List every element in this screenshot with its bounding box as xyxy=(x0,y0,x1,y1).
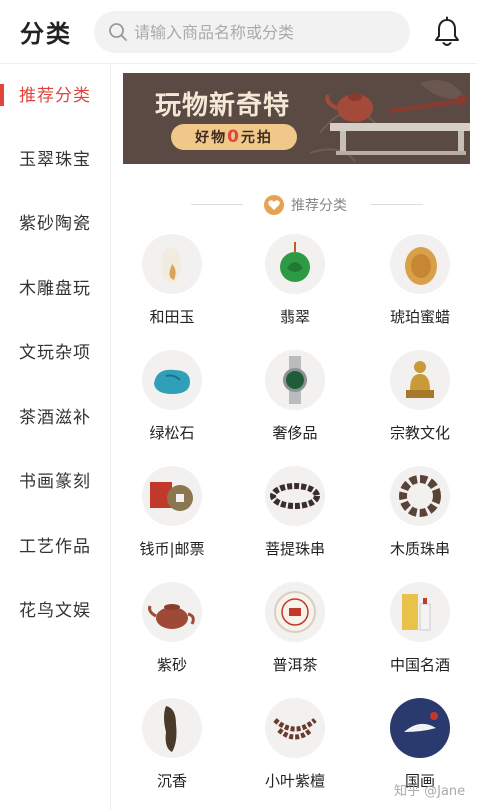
active-marker xyxy=(0,84,4,106)
category-tile[interactable]: 菩提珠串 xyxy=(235,466,355,574)
sidebar-item-recommended[interactable]: 推荐分类 xyxy=(0,73,110,113)
banner-title: 玩物新奇特 xyxy=(155,91,291,121)
category-label: 和田玉 xyxy=(149,308,195,326)
category-sidebar: 推荐分类 玉翠珠宝 紫砂陶瓷 木雕盘玩 文玩杂项 茶酒滋补 书画篆刻 工艺作品 … xyxy=(0,64,111,810)
top-bar: 分类 xyxy=(0,0,477,64)
sidebar-item-label: 书画篆刻 xyxy=(19,471,91,492)
hetian-jade-icon xyxy=(142,234,202,294)
category-label: 沉香 xyxy=(156,772,187,790)
liquor-icon xyxy=(390,582,450,642)
search-bar[interactable] xyxy=(94,11,410,53)
category-label: 宗教文化 xyxy=(389,424,450,442)
sidebar-item-label: 推荐分类 xyxy=(19,85,91,106)
category-tile[interactable]: 和田玉 xyxy=(112,234,232,342)
puer-tea-icon xyxy=(265,582,325,642)
wood-beads-icon xyxy=(390,466,450,526)
divider-right xyxy=(371,204,423,205)
bell-icon[interactable] xyxy=(432,16,462,48)
agarwood-icon xyxy=(142,698,202,758)
page-title: 分类 xyxy=(20,20,72,48)
sidebar-item-zisha-ceramics[interactable]: 紫砂陶瓷 xyxy=(0,201,110,241)
category-tile[interactable]: 奢侈品 xyxy=(235,350,355,458)
sidebar-item-label: 木雕盘玩 xyxy=(19,278,91,299)
sidebar-item-antiques-misc[interactable]: 文玩杂项 xyxy=(0,330,110,370)
category-tile[interactable]: 沉香 xyxy=(112,698,232,806)
category-tile[interactable]: 琥珀蜜蜡 xyxy=(360,234,477,342)
promo-banner[interactable]: 玩物新奇特 好物 0 元拍 xyxy=(123,73,470,164)
sidebar-item-wood-carving[interactable]: 木雕盘玩 xyxy=(0,266,110,306)
category-label: 中国名酒 xyxy=(389,656,450,674)
category-label: 奢侈品 xyxy=(272,424,318,442)
category-label: 钱币|邮票 xyxy=(139,540,205,558)
category-label: 翡翠 xyxy=(279,308,310,326)
sidebar-item-jade-jewelry[interactable]: 玉翠珠宝 xyxy=(0,137,110,177)
banner-tagline: 好物 0 元拍 xyxy=(171,124,297,150)
category-tile[interactable]: 绿松石 xyxy=(112,350,232,458)
sidebar-item-label: 工艺作品 xyxy=(19,536,91,557)
category-tile[interactable]: 宗教文化 xyxy=(360,350,477,458)
tagline-prefix: 好物 xyxy=(195,130,228,146)
watch-icon xyxy=(265,350,325,410)
watermark: 知乎 @Jane xyxy=(394,784,466,799)
sidebar-item-tea-wine[interactable]: 茶酒滋补 xyxy=(0,395,110,435)
category-tile[interactable]: 普洱茶 xyxy=(235,582,355,690)
search-input[interactable] xyxy=(134,22,394,42)
teapot-icon xyxy=(142,582,202,642)
sidebar-item-calligraphy[interactable]: 书画篆刻 xyxy=(0,459,110,499)
heart-icon xyxy=(264,195,284,215)
buddha-icon xyxy=(390,350,450,410)
sandalwood-beads-icon xyxy=(265,698,325,758)
coin-stamp-icon xyxy=(142,466,202,526)
sidebar-item-label: 花鸟文娱 xyxy=(19,600,91,621)
category-label: 小叶紫檀 xyxy=(264,772,325,790)
jadeite-icon xyxy=(265,234,325,294)
bodhi-beads-icon xyxy=(265,466,325,526)
tagline-suffix: 元拍 xyxy=(240,130,273,146)
category-label: 绿松石 xyxy=(149,424,195,442)
sidebar-item-crafts[interactable]: 工艺作品 xyxy=(0,524,110,564)
sidebar-item-label: 紫砂陶瓷 xyxy=(19,213,91,234)
tagline-number: 0 xyxy=(227,127,241,147)
chinese-painting-icon xyxy=(390,698,450,758)
search-icon xyxy=(109,23,127,41)
category-label: 普洱茶 xyxy=(272,656,318,674)
category-tile[interactable]: 木质珠串 xyxy=(360,466,477,574)
category-tile[interactable]: 钱币|邮票 xyxy=(112,466,232,574)
category-label: 琥珀蜜蜡 xyxy=(389,308,450,326)
category-label: 紫砂 xyxy=(156,656,187,674)
category-tile[interactable]: 中国名酒 xyxy=(360,582,477,690)
category-tile[interactable]: 翡翠 xyxy=(235,234,355,342)
category-tile[interactable]: 紫砂 xyxy=(112,582,232,690)
section-header: 推荐分类 xyxy=(123,190,470,220)
category-label: 菩提珠串 xyxy=(264,540,325,558)
turquoise-icon xyxy=(142,350,202,410)
sidebar-item-label: 文玩杂项 xyxy=(19,342,91,363)
amber-icon xyxy=(390,234,450,294)
section-title: 推荐分类 xyxy=(291,198,347,214)
sidebar-item-birds-flowers[interactable]: 花鸟文娱 xyxy=(0,588,110,628)
category-label: 木质珠串 xyxy=(389,540,450,558)
sidebar-item-label: 玉翠珠宝 xyxy=(19,149,91,170)
divider-left xyxy=(191,204,243,205)
sidebar-item-label: 茶酒滋补 xyxy=(19,407,91,428)
category-tile[interactable]: 小叶紫檀 xyxy=(235,698,355,806)
teapot-tray-illustration xyxy=(310,80,470,162)
